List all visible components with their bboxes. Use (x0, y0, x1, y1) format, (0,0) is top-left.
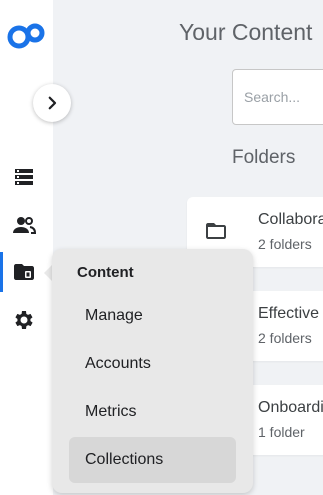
search-input[interactable]: Search... (232, 69, 323, 125)
folder-card-title: Onboardi (258, 399, 323, 416)
menu-item-label: Collections (85, 451, 164, 468)
expand-sidebar-button[interactable] (33, 84, 71, 122)
page-title: Your Content (179, 19, 313, 45)
content-flyout-menu: Content Manage Accounts Metrics Collecti… (52, 249, 253, 493)
active-indicator (0, 252, 3, 292)
menu-item-label: Metrics (85, 403, 137, 420)
menu-item-collections[interactable]: Collections (69, 437, 236, 483)
folder-card-subtitle: 1 folder (258, 424, 305, 440)
folder-card-title: Effective (258, 305, 320, 322)
menu-item-manage[interactable]: Manage (69, 293, 236, 339)
logo-icon[interactable] (7, 22, 45, 50)
app-root: Your Content Search... Folders Collabora… (0, 0, 323, 495)
people-icon[interactable] (10, 211, 38, 239)
folder-outline-icon (206, 223, 226, 239)
menu-item-metrics[interactable]: Metrics (69, 389, 236, 435)
menu-item-accounts[interactable]: Accounts (69, 341, 236, 387)
folder-card-subtitle: 2 folders (258, 236, 312, 252)
folder-card-subtitle: 2 folders (258, 330, 312, 346)
gear-icon[interactable] (10, 306, 38, 334)
folder-card-title: Collabora (258, 211, 323, 228)
sidebar (0, 0, 53, 495)
search-placeholder: Search... (244, 89, 301, 105)
menu-item-label: Manage (85, 307, 143, 324)
folders-section-title: Folders (232, 147, 296, 168)
menu-item-label: Accounts (85, 355, 151, 372)
list-icon[interactable] (10, 163, 38, 191)
flyout-title: Content (77, 264, 134, 281)
chevron-right-icon (48, 96, 57, 110)
folder-icon[interactable] (10, 258, 38, 286)
